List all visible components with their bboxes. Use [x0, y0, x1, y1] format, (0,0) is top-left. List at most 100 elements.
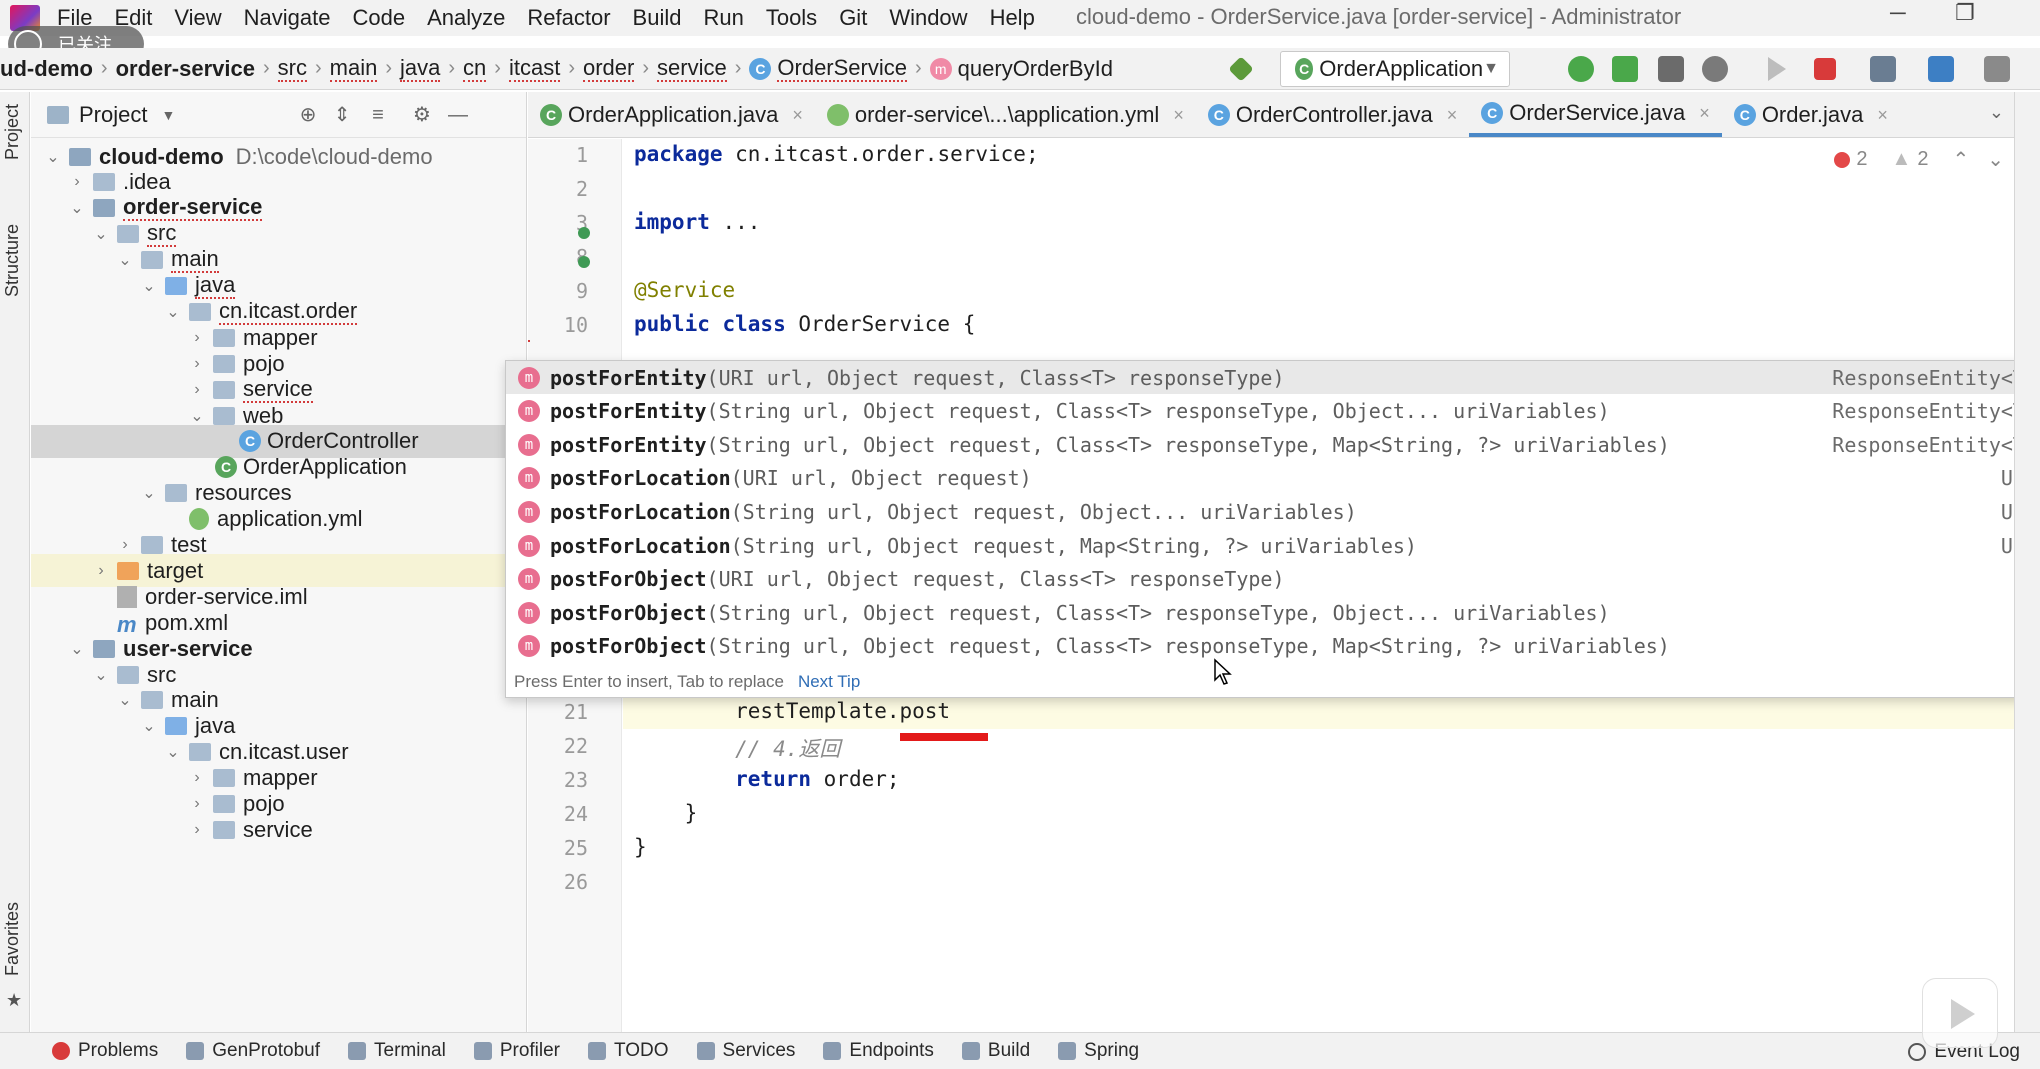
chevron-down-icon[interactable]: ⌄	[139, 716, 159, 736]
tool-window-spring[interactable]: Spring	[1058, 1040, 1139, 1062]
chevron-right-icon[interactable]: ›	[187, 381, 207, 399]
menu-item-git[interactable]: Git	[828, 5, 878, 31]
tab-orderservice-java[interactable]: C OrderService.java ×	[1469, 93, 1722, 137]
tool-window-profiler[interactable]: Profiler	[473, 1040, 560, 1062]
tool-window-build[interactable]: Build	[961, 1040, 1030, 1062]
video-play-overlay[interactable]	[1922, 978, 1998, 1048]
completion-item[interactable]: m postForEntity (URI url, Object request, …	[506, 361, 2040, 394]
completion-item[interactable]: m postForEntity (String url, Object reques…	[506, 395, 2040, 428]
gear-icon[interactable]: ⚙	[411, 104, 433, 126]
inspection-widget[interactable]: 2 ▲ 2 ⌃ ⌄	[1834, 147, 2004, 172]
bean-gutter-icon[interactable]	[578, 227, 590, 239]
completion-item[interactable]: m postForLocation (URI url, Object request…	[506, 462, 2040, 495]
chevron-right-icon[interactable]: ›	[115, 536, 135, 554]
structure-tool-tab[interactable]: Structure	[2, 224, 23, 297]
tool-window-genprotobuf[interactable]: GenProtobuf	[186, 1040, 320, 1062]
chevron-right-icon[interactable]: ›	[187, 355, 207, 373]
restore-icon[interactable]: ❐	[1955, 0, 1975, 26]
minimize-icon[interactable]: ─	[1890, 0, 1906, 26]
menu-item-window[interactable]: Window	[878, 5, 978, 31]
debug-bug-icon[interactable]	[1612, 56, 1638, 82]
breadcrumb-item[interactable]: › order	[560, 55, 635, 82]
completion-item[interactable]: m postForObject (String url, Object reques…	[506, 630, 2040, 663]
next-highlight-icon[interactable]: ⌄	[1987, 147, 2004, 172]
tool-window-services[interactable]: Services	[696, 1040, 795, 1062]
tool-window-todo[interactable]: TODO	[588, 1040, 669, 1062]
breadcrumb-item[interactable]: › order-service	[93, 56, 255, 82]
project-structure-icon[interactable]	[1870, 56, 1896, 82]
close-icon[interactable]: ×	[1877, 105, 1888, 126]
breadcrumb-item[interactable]: › src	[255, 55, 307, 82]
collapse-all-icon[interactable]: ≡	[367, 104, 389, 126]
locate-target-icon[interactable]: ⊕	[297, 104, 319, 126]
terminal-window-icon[interactable]	[1984, 56, 2010, 82]
menu-item-tools[interactable]: Tools	[755, 5, 828, 31]
chevron-right-icon[interactable]: ›	[187, 769, 207, 787]
chevron-down-icon[interactable]: ⌄	[43, 147, 63, 167]
tab-ordercontroller-java[interactable]: C OrderController.java ×	[1196, 93, 1469, 137]
chevron-down-icon[interactable]: ▼	[161, 107, 175, 123]
close-icon[interactable]: ×	[1173, 105, 1184, 126]
close-icon[interactable]: ×	[1447, 105, 1458, 126]
build-hammer-icon[interactable]	[1228, 56, 1254, 82]
chevron-down-icon[interactable]: ⌄	[91, 224, 111, 244]
chevron-right-icon[interactable]: ›	[187, 329, 207, 347]
completion-item[interactable]: m postForObject (URI url, Object request, …	[506, 563, 2040, 596]
menu-item-refactor[interactable]: Refactor	[516, 5, 621, 31]
chevron-down-icon[interactable]: ⌄	[187, 406, 207, 426]
breadcrumb-item[interactable]: › cn	[440, 55, 487, 82]
chevron-right-icon[interactable]: ›	[187, 821, 207, 839]
menu-item-help[interactable]: Help	[979, 5, 1046, 31]
favorites-tool-tab[interactable]: Favorites	[2, 902, 23, 976]
completion-item[interactable]: m postForObject (String url, Object reques…	[506, 596, 2040, 629]
previous-highlight-icon[interactable]: ⌃	[1952, 147, 1969, 172]
tool-window-endpoints[interactable]: Endpoints	[823, 1040, 934, 1062]
breadcrumb-item[interactable]: ud-demo	[0, 56, 93, 82]
close-icon[interactable]: ×	[1699, 103, 1710, 124]
completion-item[interactable]: m postForLocation (String url, Object requ…	[506, 529, 2040, 562]
completion-item[interactable]: m postForLocation (String url, Object requ…	[506, 495, 2040, 528]
close-icon[interactable]: ×	[792, 105, 803, 126]
breadcrumb-method[interactable]: › m queryOrderById	[907, 56, 1113, 82]
menu-item-navigate[interactable]: Navigate	[233, 5, 342, 31]
chevron-right-icon[interactable]: ›	[67, 173, 87, 191]
menu-item-build[interactable]: Build	[622, 5, 693, 31]
breadcrumb-item[interactable]: › itcast	[486, 55, 561, 82]
chevron-down-icon[interactable]: ⌄	[91, 665, 111, 685]
tab-order-java[interactable]: C Order.java ×	[1722, 93, 1900, 137]
translate-icon[interactable]	[1928, 56, 1954, 82]
chevron-down-icon[interactable]: ⌄	[67, 639, 87, 659]
tab-order-service-application-yml[interactable]: order-service\...\application.yml ×	[815, 93, 1196, 137]
chevron-right-icon[interactable]: ›	[187, 795, 207, 813]
coverage-shield-icon[interactable]	[1658, 56, 1684, 82]
breadcrumb-class[interactable]: › C OrderService	[727, 55, 907, 82]
hide-panel-icon[interactable]: —	[447, 104, 469, 126]
chevron-right-icon[interactable]: ›	[91, 562, 111, 580]
chevron-down-icon[interactable]: ⌄	[163, 302, 183, 322]
breadcrumb-item[interactable]: › java	[377, 55, 441, 82]
rerun-icon[interactable]	[1568, 56, 1594, 82]
menu-item-analyze[interactable]: Analyze	[416, 5, 516, 31]
run-configuration-select[interactable]: C OrderApplication ▼	[1280, 51, 1510, 87]
menu-item-run[interactable]: Run	[692, 5, 754, 31]
chevron-down-icon[interactable]: ⌄	[139, 276, 159, 296]
tool-window-terminal[interactable]: Terminal	[348, 1040, 446, 1062]
run-icon[interactable]	[1768, 57, 1786, 81]
menu-item-code[interactable]: Code	[342, 5, 417, 31]
chevron-down-icon[interactable]: ⌄	[67, 198, 87, 218]
chevron-down-icon[interactable]: ⌄	[115, 250, 135, 270]
profile-icon[interactable]	[1702, 56, 1728, 82]
next-tip-link[interactable]: Next Tip	[798, 672, 860, 692]
chevron-down-icon[interactable]: ⌄	[139, 483, 159, 503]
completion-item[interactable]: m postForEntity (String url, Object reques…	[506, 428, 2040, 461]
project-tool-tab[interactable]: Project	[2, 104, 23, 160]
project-panel-title[interactable]: Project	[79, 102, 147, 128]
breadcrumb-item[interactable]: › service	[634, 55, 727, 82]
bean-gutter-icon[interactable]	[578, 256, 590, 268]
tree-item[interactable]: › service	[31, 813, 526, 846]
chevron-down-icon[interactable]: ⌄	[163, 742, 183, 762]
tab-orderapplication-java[interactable]: C OrderApplication.java ×	[528, 93, 815, 137]
tab-list-chevron-icon[interactable]: ⌄	[1989, 102, 2004, 123]
expand-all-icon[interactable]: ⇕	[331, 104, 353, 126]
stop-icon[interactable]	[1814, 58, 1836, 80]
